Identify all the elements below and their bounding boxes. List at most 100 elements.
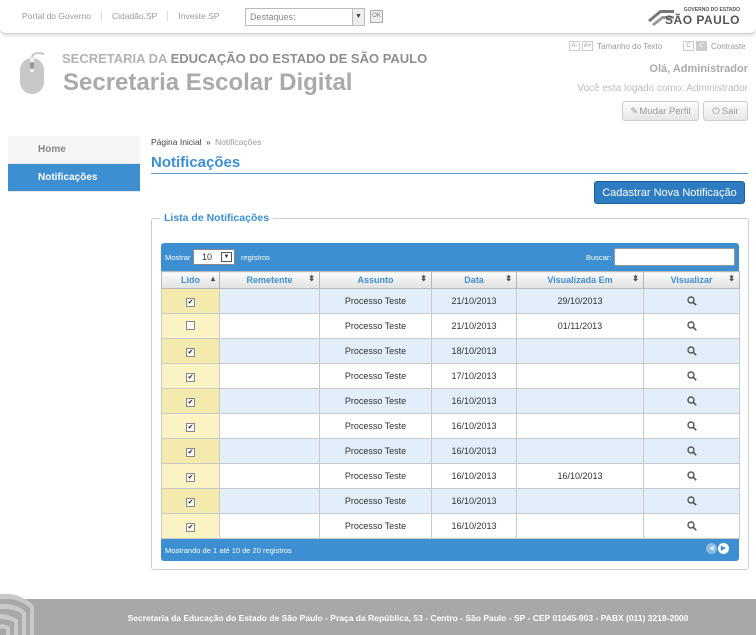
checkbox-checked-icon[interactable]: ✔ [186,522,195,532]
cell-assunto: Processo Teste [319,513,432,539]
search-icon[interactable] [686,346,697,357]
cell-remetente [219,488,320,514]
change-profile-label: Mudar Perfil [639,105,691,117]
gov-big-text: SÃO PAULO [665,13,740,27]
cell-visualizar [643,388,740,414]
checkbox-checked-icon[interactable]: ✔ [186,372,195,382]
cell-data: 21/10/2013 [431,288,517,314]
cell-visualizada-em: 01/11/2013 [516,313,644,339]
search-input[interactable] [614,248,735,266]
cell-lido: ✔ [161,288,220,314]
caret-down-icon: ▼ [352,9,364,25]
column-header-remetente[interactable]: Remetente ⬍ [219,271,320,289]
cell-assunto: Processo Teste [319,388,432,414]
cell-assunto: Processo Teste [319,438,432,464]
cell-remetente [219,438,320,464]
cell-visualizada-em [516,438,644,464]
caret-down-icon: ▼ [221,252,232,262]
link-cidadao-sp[interactable]: Cidadão.SP [102,11,169,21]
footer-logo-icon [0,593,34,635]
search-icon[interactable] [686,471,697,482]
column-header-data[interactable]: Data ⬍ [431,271,517,289]
cell-data: 16/10/2013 [431,438,517,464]
page-size-value: 10 [202,252,213,262]
top-bar: Portal do Governo Cidadão.SP Investe SP … [0,0,756,34]
sort-asc-icon: ▴ [210,274,215,283]
page-size-select[interactable]: 10 ▼ [193,249,235,265]
cell-remetente [219,313,320,339]
app-title: Secretaria Escolar Digital [63,69,353,96]
checkbox-checked-icon[interactable]: ✔ [186,347,195,357]
column-header-visualizar[interactable]: Visualizar ⬍ [643,271,740,289]
cell-visualizar [643,338,740,364]
ok-button[interactable]: OK [370,10,383,23]
page-title: Notificações [151,154,241,171]
cell-lido: ✔ [161,338,220,364]
logout-button[interactable]: ⏻ Sair [703,101,748,121]
sidebar-item-home[interactable]: Home [8,136,140,164]
table-header-row: Lido ▴ Remetente ⬍ Assunto ⬍ Data ⬍ Visualiz… [161,271,740,289]
search-icon[interactable] [686,396,697,407]
contrast-normal-button[interactable]: C [683,41,694,51]
cell-data: 17/10/2013 [431,363,517,389]
search-icon[interactable] [686,421,697,432]
table-row: ✔ Processo Teste 17/10/2013 [161,363,740,389]
checkbox-checked-icon[interactable]: ✔ [186,297,195,307]
cell-data: 21/10/2013 [431,313,517,339]
link-portal-governo[interactable]: Portal do Governo [12,11,102,21]
cell-remetente [219,513,320,539]
checkbox-checked-icon[interactable]: ✔ [186,397,195,407]
search-icon[interactable] [686,321,697,332]
cell-visualizar [643,488,740,514]
breadcrumb: Página Inicial » Notificações [151,137,261,147]
search-icon[interactable] [686,446,697,457]
column-header-assunto[interactable]: Assunto ⬍ [319,271,432,289]
cell-visualizada-em [516,338,644,364]
destaques-select[interactable]: Destaques: ▼ [245,8,365,26]
gov-sp-logo[interactable]: GOVERNO DO ESTADO SÃO PAULO [646,5,746,29]
cell-assunto: Processo Teste [319,488,432,514]
cell-lido: ✔ [161,513,220,539]
cell-lido: ✔ [161,363,220,389]
cell-remetente [219,463,320,489]
new-notification-button[interactable]: Cadastrar Nova Notificação [594,181,745,204]
cell-lido: ✔ [161,463,220,489]
cell-lido: ✔ [161,388,220,414]
checkbox-checked-icon[interactable]: ✔ [186,497,195,507]
font-plus-button[interactable]: A+ [582,41,593,51]
cell-visualizada-em [516,388,644,414]
sidebar-item-notificacoes[interactable]: Notificações [8,164,140,192]
table-body: ✔ Processo Teste 21/10/2013 29/10/2013 Proce… [161,288,740,539]
fieldset-legend: Lista de Notificações [160,212,274,224]
breadcrumb-separator: » [205,137,211,147]
destaques-placeholder: Destaques: [250,12,296,22]
search-icon[interactable] [686,371,697,382]
column-header-visualizada-em[interactable]: Visualizada Em ⬍ [516,271,644,289]
breadcrumb-home[interactable]: Página Inicial [151,137,202,147]
checkbox-icon[interactable] [186,320,195,330]
sidebar: Home Notificações [8,136,140,192]
change-profile-button[interactable]: ✎ Mudar Perfil [622,101,699,121]
search-icon[interactable] [686,521,697,532]
secretaria-title: SECRETARIA DA EDUCAÇÃO DO ESTADO DE SÃO … [62,51,427,66]
notifications-table: Lido ▴ Remetente ⬍ Assunto ⬍ Data ⬍ Visualiz… [161,271,740,539]
column-label: Remetente [246,275,293,285]
cell-assunto: Processo Teste [319,413,432,439]
search-icon[interactable] [686,296,697,307]
font-minus-button[interactable]: A- [569,41,580,51]
checkbox-checked-icon[interactable]: ✔ [186,447,195,457]
column-label: Visualizar [670,275,713,285]
link-investe-sp[interactable]: Investe SP [168,11,229,21]
table-row: ✔ Processo Teste 16/10/2013 [161,388,740,414]
checkbox-checked-icon[interactable]: ✔ [186,472,195,482]
column-header-lido[interactable]: Lido ▴ [161,271,220,289]
gov-links: Portal do Governo Cidadão.SP Investe SP [12,11,229,21]
cell-visualizar [643,513,740,539]
prev-page-icon[interactable]: ◀ [706,543,717,554]
search-icon[interactable] [686,496,697,507]
notifications-datatable: Mostrar 10 ▼ registros Buscar: Lido ▴ Rem… [161,243,740,561]
secretaria-name: EDUCAÇÃO DO ESTADO DE SÃO PAULO [170,51,428,66]
contrast-high-button[interactable]: C [696,41,707,51]
checkbox-checked-icon[interactable]: ✔ [186,422,195,432]
next-page-icon[interactable]: ▶ [718,543,729,554]
